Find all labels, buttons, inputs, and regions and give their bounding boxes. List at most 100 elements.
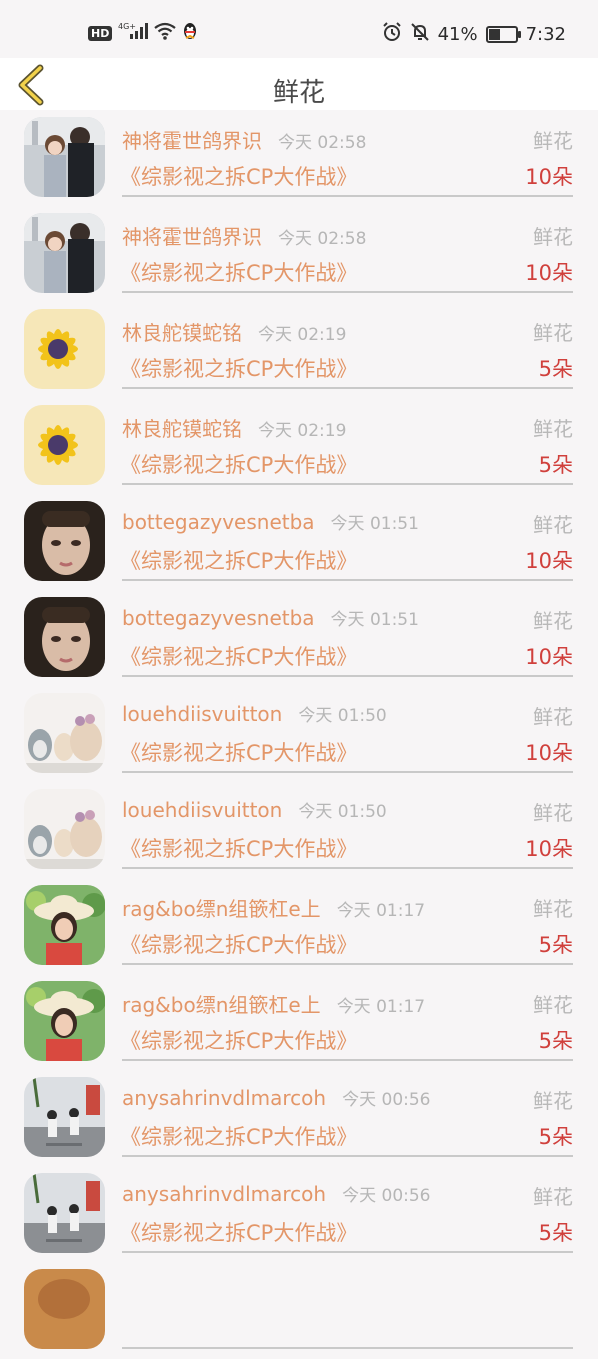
book-title-link[interactable]: 《综影视之拆CP大作战》 (120, 545, 357, 575)
portrait-avatar[interactable] (24, 597, 105, 677)
list-item[interactable]: anysahrinvdlmarcoh 今天 00:56 鲜花《综影视之拆CP大作战》… (0, 1071, 598, 1167)
row-divider (122, 291, 573, 293)
book-title-link[interactable]: 《综影视之拆CP大作战》 (120, 833, 357, 863)
book-title-link[interactable]: 《综影视之拆CP大作战》 (120, 737, 357, 767)
list-item[interactable]: rag&bo缥n组篏杠e上 今天 01:17 鲜花 《综影视之拆CP大作战》 5朵 (0, 975, 598, 1071)
list-item[interactable] (0, 1263, 598, 1359)
timestamp: 今天 02:58 (278, 133, 367, 153)
timestamp: 今天 01:50 (298, 802, 387, 822)
book-title-link[interactable]: 《综影视之拆CP大作战》 (120, 1217, 357, 1247)
battery-fill (488, 29, 500, 40)
row-divider (122, 1347, 573, 1349)
gift-type: 鲜花 (533, 417, 573, 441)
row-divider (122, 771, 573, 773)
book-title-link[interactable]: 《综影视之拆CP大作战》 (120, 929, 357, 959)
partial-avatar[interactable] (24, 1269, 105, 1349)
book-title-link[interactable]: 《综影视之拆CP大作战》 (120, 353, 357, 383)
gift-type: 鲜花 (533, 897, 573, 921)
flower-count: 5朵 (538, 1221, 573, 1245)
user-name-text[interactable]: rag&bo缥n组篏杠e上 (122, 897, 321, 921)
flower-count: 5朵 (538, 1029, 573, 1053)
list-item[interactable]: rag&bo缥n组篏杠e上 今天 01:17 鲜花 《综影视之拆CP大作战》 5朵 (0, 879, 598, 975)
user-name-text[interactable]: louehdiisvuitton (122, 702, 282, 726)
status-left: HD 4G+ (88, 22, 198, 45)
qq-penguin-icon (182, 22, 198, 45)
user-name-text[interactable]: bottegazyvesnetba (122, 510, 315, 534)
couple-avatar[interactable] (24, 213, 105, 293)
list-item[interactable]: 林良舵镆蛇铭 今天 02:19 鲜花《综影视之拆CP大作战》 5朵 (0, 399, 598, 495)
book-title-link[interactable]: 《综影视之拆CP大作战》 (120, 161, 357, 191)
user-name[interactable]: 神将霍世鸽界识 今天 02:58 (122, 221, 366, 250)
book-title-link[interactable]: 《综影视之拆CP大作战》 (120, 449, 357, 479)
couple-avatar[interactable] (24, 117, 105, 197)
user-name-text[interactable]: louehdiisvuitton (122, 798, 282, 822)
flower-count: 5朵 (538, 1125, 573, 1149)
list-item[interactable]: bottegazyvesnetba 今天 01:51 鲜花 《综影视之拆CP大作战》 1… (0, 495, 598, 591)
flower-record-list: 神将霍世鸽界识 今天 02:58 鲜花 《综影视之拆CP大作战》 10朵 神将霍世鸽界识今… (0, 111, 598, 1359)
user-name[interactable]: rag&bo缥n组篏杠e上 今天 01:17 (122, 989, 425, 1018)
gift-type: 鲜花 (533, 1089, 573, 1113)
list-item[interactable]: 林良舵镆蛇铭 今天 02:19 鲜花 《综影视之拆CP大作战》 5朵 (0, 303, 598, 399)
portrait-avatar[interactable] (24, 501, 105, 581)
timestamp: 今天 01:17 (336, 997, 426, 1017)
user-name[interactable]: anysahrinvdlmarcoh 今天 00:56 (122, 1181, 431, 1206)
gift-type: 鲜花 (533, 705, 573, 729)
list-item[interactable]: 神将霍世鸽界识 今天 02:58 鲜花《综影视之拆CP大作战》 10朵 (0, 111, 598, 207)
user-name-text[interactable]: 林良舵镆蛇铭 (122, 321, 242, 345)
book-title-link[interactable]: 《综影视之拆CP大作战》 (120, 257, 357, 287)
sunflower-avatar[interactable] (24, 405, 105, 485)
mute-bell-icon (410, 22, 430, 47)
girl-hat-avatar[interactable] (24, 981, 105, 1061)
user-name-text[interactable]: anysahrinvdlmarcoh (122, 1182, 326, 1206)
row-divider (122, 1251, 573, 1253)
row-divider (122, 387, 573, 389)
flower-count: 5朵 (538, 453, 573, 477)
status-bar: HD 4G+ 41% 7:32 (0, 0, 598, 58)
list-item[interactable]: bottegazyvesnetba 今天 01:51 鲜花 《综影视之拆CP大作战》 1… (0, 591, 598, 687)
list-item[interactable]: louehdiisvuitton 今天 01:50 鲜花 《综影视之拆CP大作战》 10… (0, 783, 598, 879)
user-name[interactable] (122, 1277, 138, 1301)
alarm-icon (382, 22, 402, 47)
user-name-text[interactable]: 林良舵镆蛇铭 (122, 417, 242, 441)
book-title-link[interactable]: 《综影视之拆CP大作战》 (120, 641, 357, 671)
battery-percent: 41% (437, 24, 478, 45)
timestamp: 今天 02:58 (278, 229, 367, 249)
gift-type: 鲜花 (533, 801, 573, 825)
user-name-text[interactable]: 神将霍世鸽界识 (122, 225, 262, 249)
street-couple-avatar[interactable] (24, 1077, 105, 1157)
user-name[interactable]: 神将霍世鸽界识 今天 02:58 (122, 125, 366, 154)
street-couple-avatar[interactable] (24, 1173, 105, 1253)
timestamp: 今天 01:51 (330, 610, 419, 630)
user-name-text[interactable]: rag&bo缥n组篏杠e上 (122, 993, 321, 1017)
user-name-text[interactable]: 神将霍世鸽界识 (122, 129, 262, 153)
user-name[interactable]: bottegazyvesnetba 今天 01:51 (122, 509, 419, 534)
list-item[interactable]: anysahrinvdlmarcoh 今天 00:56 鲜花 《综影视之拆CP大作战》… (0, 1167, 598, 1263)
flower-count: 10朵 (525, 165, 573, 189)
plush-toys-avatar[interactable] (24, 693, 105, 773)
row-divider (122, 195, 573, 197)
row-divider (122, 867, 573, 869)
timestamp: 今天 02:19 (258, 325, 347, 345)
user-name-text[interactable]: bottegazyvesnetba (122, 606, 315, 630)
gift-type: 鲜花 (533, 609, 573, 633)
book-title-link[interactable]: 《综影视之拆CP大作战》 (120, 1121, 357, 1151)
user-name[interactable]: louehdiisvuitton 今天 01:50 (122, 797, 387, 822)
user-name[interactable]: louehdiisvuitton 今天 01:50 (122, 701, 387, 726)
girl-hat-avatar[interactable] (24, 885, 105, 965)
timestamp: 今天 00:56 (342, 1186, 431, 1206)
book-title-link[interactable]: 《综影视之拆CP大作战》 (120, 1025, 357, 1055)
status-right: 41% 7:32 (382, 22, 566, 47)
plush-toys-avatar[interactable] (24, 789, 105, 869)
user-name[interactable]: 林良舵镆蛇铭 今天 02:19 (122, 317, 346, 346)
user-name[interactable]: 林良舵镆蛇铭 今天 02:19 (122, 413, 346, 442)
list-item[interactable]: louehdiisvuitton 今天 01:50 鲜花 《综影视之拆CP大作战》 10… (0, 687, 598, 783)
sunflower-avatar[interactable] (24, 309, 105, 389)
user-name[interactable]: anysahrinvdlmarcoh 今天 00:56 (122, 1085, 431, 1110)
list-item[interactable]: 神将霍世鸽界识 今天 02:58 鲜花 《综影视之拆CP大作战》 10朵 (0, 207, 598, 303)
user-name-text[interactable]: anysahrinvdlmarcoh (122, 1086, 326, 1110)
user-name[interactable]: rag&bo缥n组篏杠e上 今天 01:17 (122, 893, 425, 922)
user-name[interactable]: bottegazyvesnetba 今天 01:51 (122, 605, 419, 630)
flower-count: 10朵 (525, 261, 573, 285)
gift-type: 鲜花 (533, 129, 573, 153)
page-title: 鲜花 (272, 78, 325, 108)
